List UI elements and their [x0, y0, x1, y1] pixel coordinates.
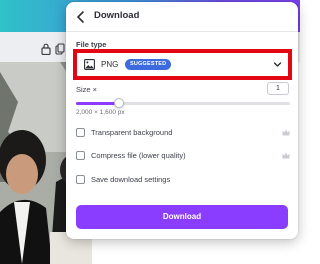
chevron-down-icon	[273, 60, 282, 69]
size-input[interactable]: 1	[267, 82, 289, 95]
compress-file-checkbox[interactable]	[76, 151, 85, 160]
chevron-left-icon[interactable]	[74, 10, 88, 24]
image-icon	[84, 59, 95, 70]
panel-title: Download	[94, 10, 140, 21]
file-type-label: File type	[76, 40, 107, 49]
file-type-dropdown[interactable]: PNG SUGGESTED	[79, 55, 286, 74]
save-download-settings-checkbox[interactable]	[76, 175, 85, 184]
transparent-background-option[interactable]: Transparent background	[76, 127, 290, 139]
size-label: Size ×	[76, 85, 98, 94]
crown-icon	[282, 129, 290, 136]
size-slider[interactable]	[76, 98, 290, 108]
file-type-value: PNG	[101, 60, 119, 69]
lock-icon[interactable]	[41, 42, 51, 56]
copy-icon[interactable]	[55, 42, 65, 55]
slider-thumb[interactable]	[113, 98, 124, 108]
slider-fill	[76, 102, 119, 105]
download-button[interactable]: Download	[76, 205, 288, 229]
panel-header: Download	[66, 2, 298, 32]
transparent-background-checkbox[interactable]	[76, 128, 85, 137]
transparent-background-label: Transparent background	[91, 128, 173, 137]
download-panel: Download File type PNG SUGGESTED Size × …	[66, 2, 298, 239]
compress-file-label: Compress file (lower quality)	[91, 151, 186, 160]
suggested-badge: SUGGESTED	[125, 59, 172, 70]
save-download-settings-option[interactable]: Save download settings	[76, 174, 290, 186]
crown-icon	[282, 152, 290, 159]
dimensions-text: 2,000 × 1,600 px	[76, 109, 125, 116]
compress-file-option[interactable]: Compress file (lower quality)	[76, 150, 290, 162]
save-download-settings-label: Save download settings	[91, 175, 171, 184]
